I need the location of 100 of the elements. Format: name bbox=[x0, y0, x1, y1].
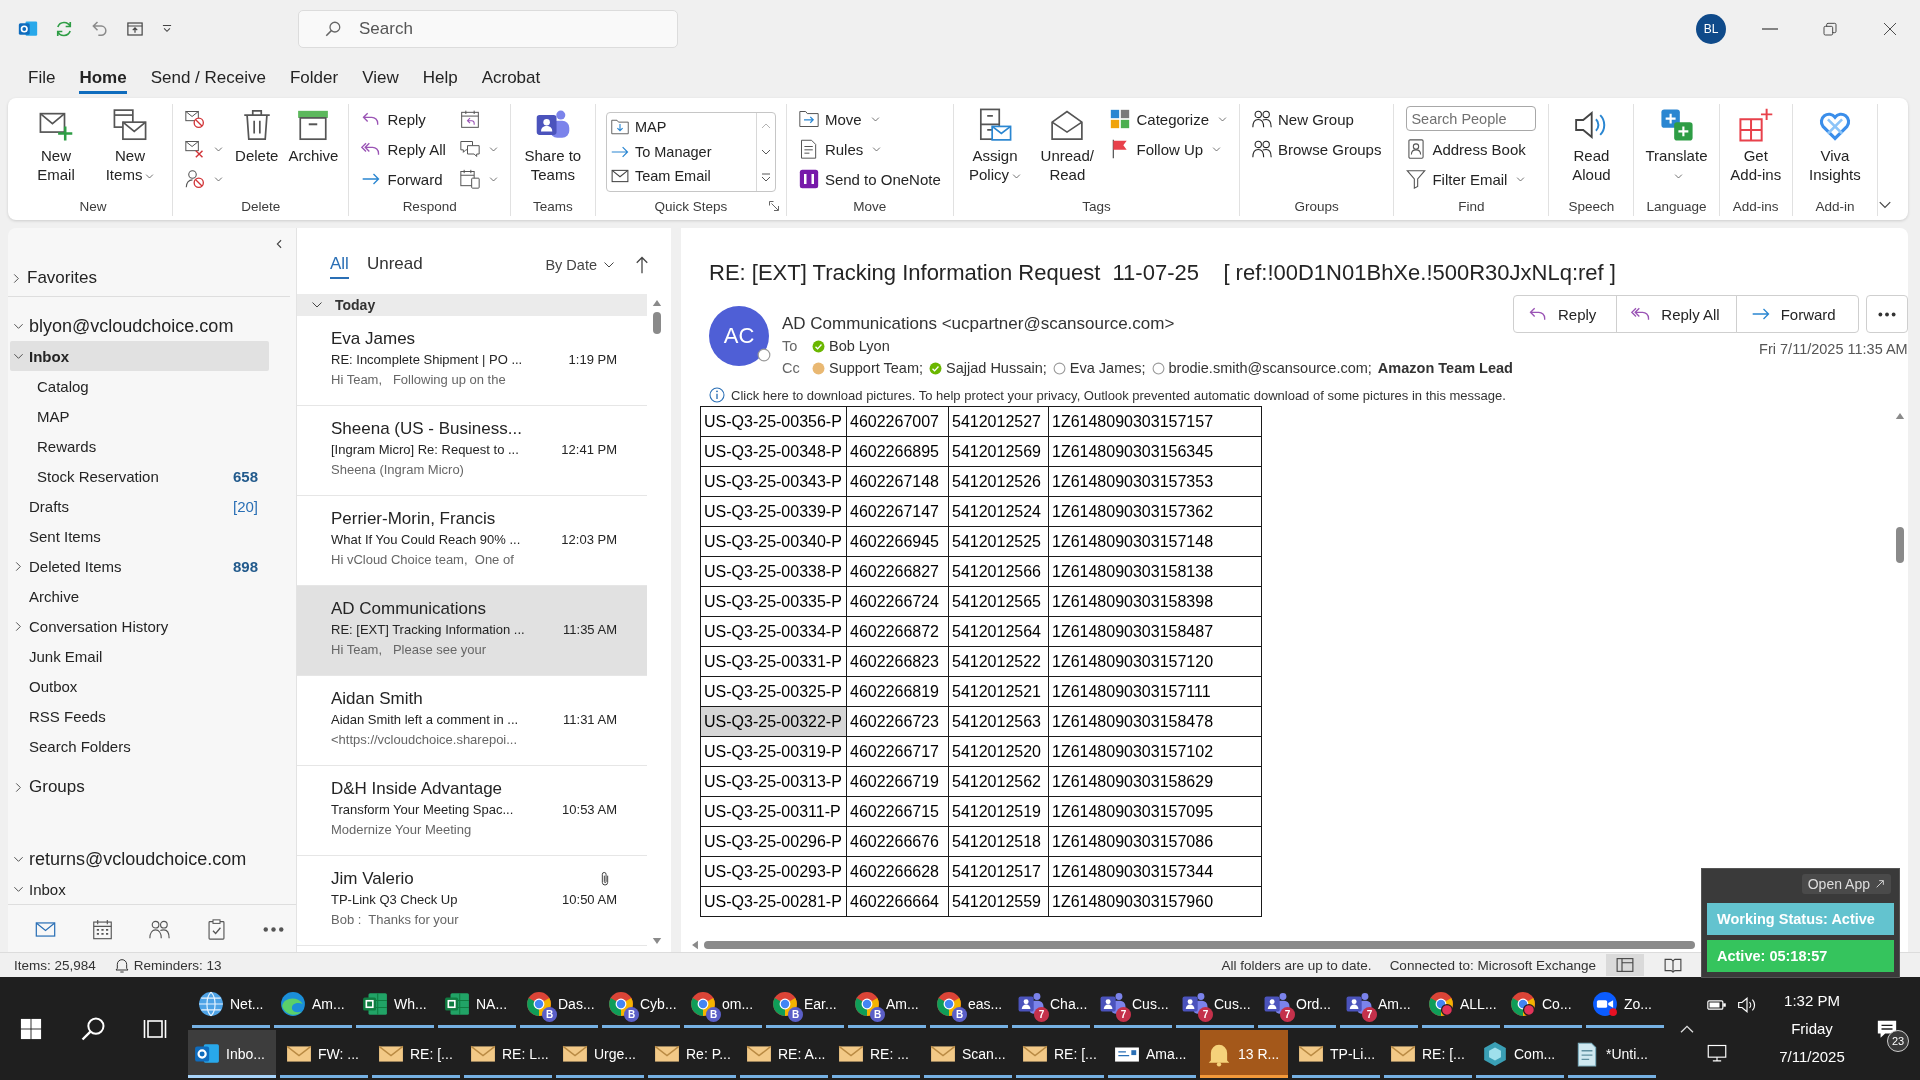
scroll-left-icon[interactable] bbox=[690, 940, 700, 950]
move-button[interactable]: Move bbox=[792, 104, 947, 134]
address-book-button[interactable]: Address Book bbox=[1400, 134, 1543, 164]
undo-icon[interactable] bbox=[90, 19, 110, 39]
delete-button[interactable]: Delete bbox=[231, 104, 283, 165]
share-to-teams-button[interactable]: Share to Teams bbox=[516, 104, 589, 184]
volume-icon[interactable] bbox=[1737, 994, 1757, 1015]
scrollbar-thumb[interactable] bbox=[1896, 527, 1904, 563]
taskbar-button[interactable]: RE: [... bbox=[372, 1029, 460, 1078]
tasks-icon[interactable] bbox=[206, 918, 227, 940]
nav-section-header[interactable]: Groups bbox=[10, 770, 269, 804]
scrollbar-thumb[interactable] bbox=[704, 941, 1695, 949]
ribbon-tab[interactable]: Send / Receive bbox=[150, 62, 266, 94]
follow-up-button[interactable]: Follow Up bbox=[1104, 134, 1233, 164]
taskbar-button[interactable]: Ama... bbox=[1108, 1029, 1196, 1078]
taskbar-button[interactable]: B Ear... bbox=[766, 979, 844, 1028]
taskbar-button[interactable]: 7 Cha... bbox=[1012, 979, 1090, 1028]
reply-all-button[interactable]: Reply All bbox=[1616, 295, 1737, 333]
recipient-name[interactable]: Amazon Team Lead bbox=[1377, 357, 1513, 379]
outlook-logo-icon[interactable] bbox=[18, 19, 38, 39]
sort-button[interactable]: By Date bbox=[545, 257, 615, 273]
folder-item[interactable]: Outbox bbox=[10, 671, 269, 701]
ribbon-tab[interactable]: Help bbox=[422, 62, 458, 94]
chevron-right-icon[interactable] bbox=[13, 781, 24, 793]
taskbar-button[interactable]: Re: P... bbox=[648, 1029, 736, 1078]
taskbar-button[interactable]: RE: [... bbox=[1016, 1029, 1104, 1078]
viva-insights-button[interactable]: Viva Insights bbox=[1798, 104, 1871, 184]
monitor-icon[interactable] bbox=[1707, 1042, 1727, 1063]
scroll-up-icon[interactable] bbox=[1895, 411, 1905, 421]
taskbar-button[interactable]: 7 Cus... bbox=[1176, 979, 1254, 1028]
taskbar-button[interactable]: Net... bbox=[192, 979, 270, 1028]
message-item[interactable]: Aidan Smith Aidan Smith left a comment in ... 11:31 AM <https://vcloudchoice.sharepoi... bbox=[297, 676, 647, 766]
taskbar-button[interactable]: NA... bbox=[438, 979, 516, 1028]
get-add-ins-button[interactable]: Get Add-ins bbox=[1725, 104, 1786, 184]
calendar-icon[interactable] bbox=[92, 918, 113, 940]
search-field[interactable]: Search bbox=[298, 10, 678, 48]
taskbar-button[interactable]: TP-Li... bbox=[1292, 1029, 1380, 1078]
restore-icon[interactable] bbox=[1822, 21, 1838, 37]
taskbar-button[interactable]: 7 Am... bbox=[1340, 979, 1418, 1028]
message-item[interactable]: Jim Valerio TP-Link Q3 Check Up 10:50 AM Bob : Thanks for your bbox=[297, 856, 647, 946]
folder-item[interactable]: Drafts [20] bbox=[10, 491, 269, 521]
account-header[interactable]: returns@vcloudchoice.com bbox=[10, 844, 269, 874]
quick-step-item[interactable]: To Manager bbox=[610, 139, 756, 164]
taskbar-button[interactable]: 7 Ord... bbox=[1258, 979, 1336, 1028]
send-to-onenote-button[interactable]: Send to OneNote bbox=[792, 164, 947, 194]
new-group-button[interactable]: New Group bbox=[1246, 104, 1388, 134]
folder-item[interactable]: Archive bbox=[10, 581, 269, 611]
clock-time[interactable]: 1:32 PM bbox=[1784, 986, 1840, 1015]
taskbar-button[interactable]: Inbo... bbox=[188, 1029, 276, 1078]
recipient-name[interactable]: Support Team; bbox=[829, 357, 924, 379]
taskbar-button[interactable]: B Das... bbox=[520, 979, 598, 1028]
chevron-right-icon[interactable] bbox=[13, 560, 24, 572]
assign-policy-button[interactable]: Assign Policy bbox=[959, 104, 1031, 184]
translate-button[interactable]: Translate bbox=[1640, 104, 1713, 184]
reply-button[interactable]: Reply bbox=[1512, 295, 1618, 333]
bell-icon[interactable] bbox=[113, 957, 130, 973]
reply-button[interactable]: Reply bbox=[355, 104, 452, 134]
clock-day[interactable]: Friday bbox=[1791, 1014, 1833, 1043]
date-group-header[interactable]: Today bbox=[297, 294, 647, 316]
ribbon-tab[interactable]: Home bbox=[79, 62, 127, 94]
ribbon-tab[interactable]: Acrobat bbox=[481, 62, 541, 94]
taskbar-button[interactable]: ALL... bbox=[1422, 979, 1500, 1028]
taskbar-button[interactable]: B om... bbox=[684, 979, 762, 1028]
open-app-button[interactable]: Open App bbox=[1801, 874, 1891, 894]
rules-button[interactable]: Rules bbox=[792, 134, 947, 164]
folder-item[interactable]: Inbox bbox=[10, 341, 269, 371]
message-item[interactable]: AD Communications RE: [EXT] Tracking Information ... 11:35 AM Hi Team, Please see your bbox=[297, 586, 647, 676]
taskbar-button[interactable]: Urge... bbox=[556, 1029, 644, 1078]
quick-step-item[interactable]: Team Email bbox=[610, 164, 756, 189]
folder-item[interactable]: Inbox bbox=[10, 874, 269, 904]
account-avatar[interactable]: BL bbox=[1696, 14, 1726, 44]
folder-item[interactable]: Stock Reservation 658 bbox=[10, 461, 269, 491]
ribbon-tab[interactable]: Folder bbox=[289, 62, 339, 94]
folder-item[interactable]: Conversation History bbox=[10, 611, 269, 641]
folder-item[interactable]: Deleted Items 898 bbox=[10, 551, 269, 581]
clock-date[interactable]: 7/11/2025 bbox=[1779, 1042, 1845, 1071]
dialog-launcher-icon[interactable] bbox=[767, 200, 780, 212]
chevron-right-icon[interactable] bbox=[11, 272, 22, 284]
new-email-button[interactable]: New Email bbox=[20, 104, 93, 184]
taskbar-button[interactable]: RE: [... bbox=[1384, 1029, 1472, 1078]
archive-button[interactable]: Archive bbox=[284, 104, 343, 165]
chevron-right-icon[interactable] bbox=[13, 620, 24, 632]
scroll-up-icon[interactable] bbox=[652, 298, 662, 308]
search-people-field[interactable]: Search People bbox=[1406, 106, 1537, 131]
reply-all-button[interactable]: Reply All bbox=[355, 134, 452, 164]
reminders-count[interactable]: Reminders: 13 bbox=[133, 957, 222, 973]
expand-gallery-icon[interactable] bbox=[759, 172, 772, 184]
categorize-button[interactable]: Categorize bbox=[1104, 104, 1233, 134]
download-pictures-notice[interactable]: Click here to download pictures. To help protect your privacy, Outlook prevented automatic download of some pictures in this message. bbox=[731, 387, 1506, 403]
taskbar-button[interactable]: RE: ... bbox=[832, 1029, 920, 1078]
folder-item[interactable]: Catalog bbox=[10, 371, 269, 401]
folder-item[interactable]: Sent Items bbox=[10, 521, 269, 551]
scrollbar-thumb[interactable] bbox=[653, 312, 661, 334]
filter-email-button[interactable]: Filter Email bbox=[1400, 164, 1543, 194]
message-item[interactable]: Eva James RE: Incomplete Shipment | PO ... 1:19 PM Hi Team, Following up on the bbox=[297, 316, 647, 406]
scroll-down-icon[interactable] bbox=[652, 936, 662, 946]
taskbar-button[interactable]: RE: A... bbox=[740, 1029, 828, 1078]
taskbar-button[interactable]: Scan... bbox=[924, 1029, 1012, 1078]
ribbon-tab[interactable]: View bbox=[362, 62, 399, 94]
people-icon[interactable] bbox=[149, 918, 170, 940]
